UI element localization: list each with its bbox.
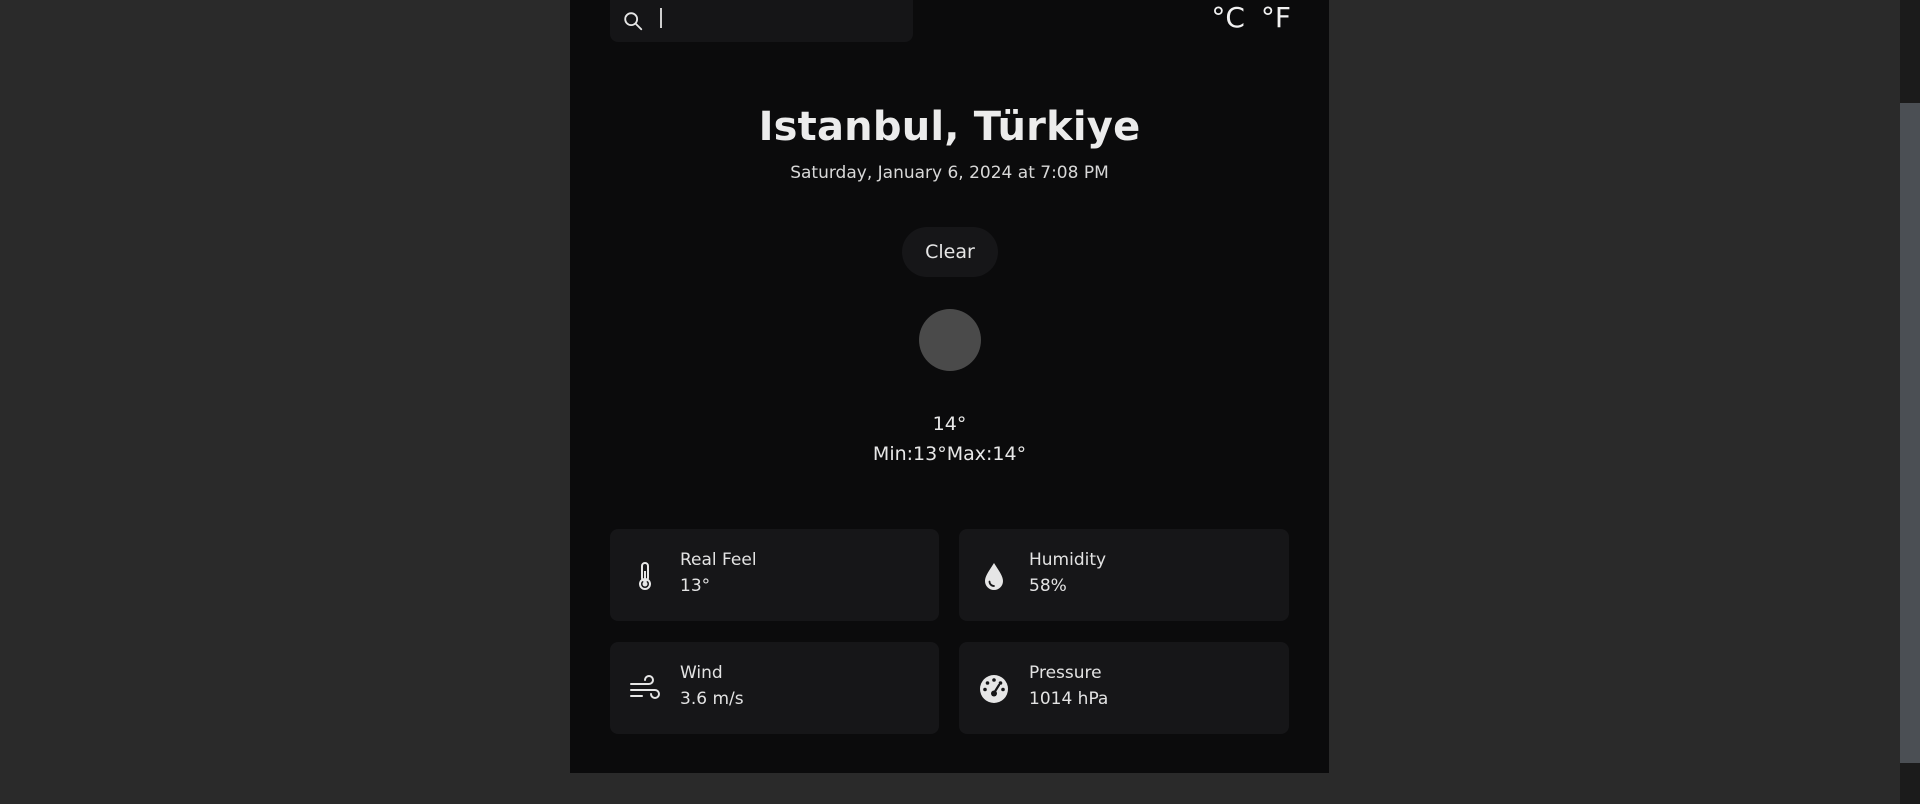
pressure-value: 1014 hPa bbox=[1029, 689, 1109, 709]
real-feel-card: Real Feel 13° bbox=[610, 529, 939, 621]
gauge-icon bbox=[980, 675, 1008, 703]
humidity-label: Humidity bbox=[1029, 550, 1107, 570]
search-bar bbox=[610, 0, 913, 42]
unit-toggle: °C °F bbox=[1211, 0, 1291, 36]
fahrenheit-button[interactable]: °F bbox=[1261, 0, 1291, 36]
real-feel-label: Real Feel bbox=[680, 550, 757, 570]
wind-icon bbox=[630, 675, 660, 699]
thermometer-icon bbox=[639, 562, 651, 590]
wind-value: 3.6 m/s bbox=[680, 689, 744, 709]
real-feel-value: 13° bbox=[680, 576, 711, 596]
wind-card: Wind 3.6 m/s bbox=[610, 642, 939, 734]
search-input[interactable] bbox=[658, 6, 902, 36]
search-icon[interactable] bbox=[622, 10, 644, 32]
condition-label: Clear bbox=[925, 241, 975, 263]
condition-badge: Clear bbox=[902, 227, 998, 277]
min-max-temperature: Min:13°Max:14° bbox=[872, 443, 1027, 465]
humidity-card: Humidity 58% bbox=[959, 529, 1289, 621]
celsius-button[interactable]: °C bbox=[1211, 0, 1245, 36]
weather-app: °C °F Istanbul, Türkiye Saturday, Januar… bbox=[570, 0, 1329, 773]
pressure-card: Pressure 1014 hPa bbox=[959, 642, 1289, 734]
weather-icon bbox=[919, 309, 981, 371]
current-temperature: 14° bbox=[932, 413, 967, 435]
humidity-value: 58% bbox=[1029, 576, 1067, 596]
pressure-label: Pressure bbox=[1029, 663, 1102, 683]
droplet-icon bbox=[985, 563, 1003, 590]
city-title: Istanbul, Türkiye bbox=[758, 104, 1141, 150]
wind-label: Wind bbox=[680, 663, 723, 683]
text-caret bbox=[660, 8, 662, 28]
scrollbar-thumb[interactable] bbox=[1900, 103, 1920, 763]
local-datetime: Saturday, January 6, 2024 at 7:08 PM bbox=[790, 163, 1109, 183]
